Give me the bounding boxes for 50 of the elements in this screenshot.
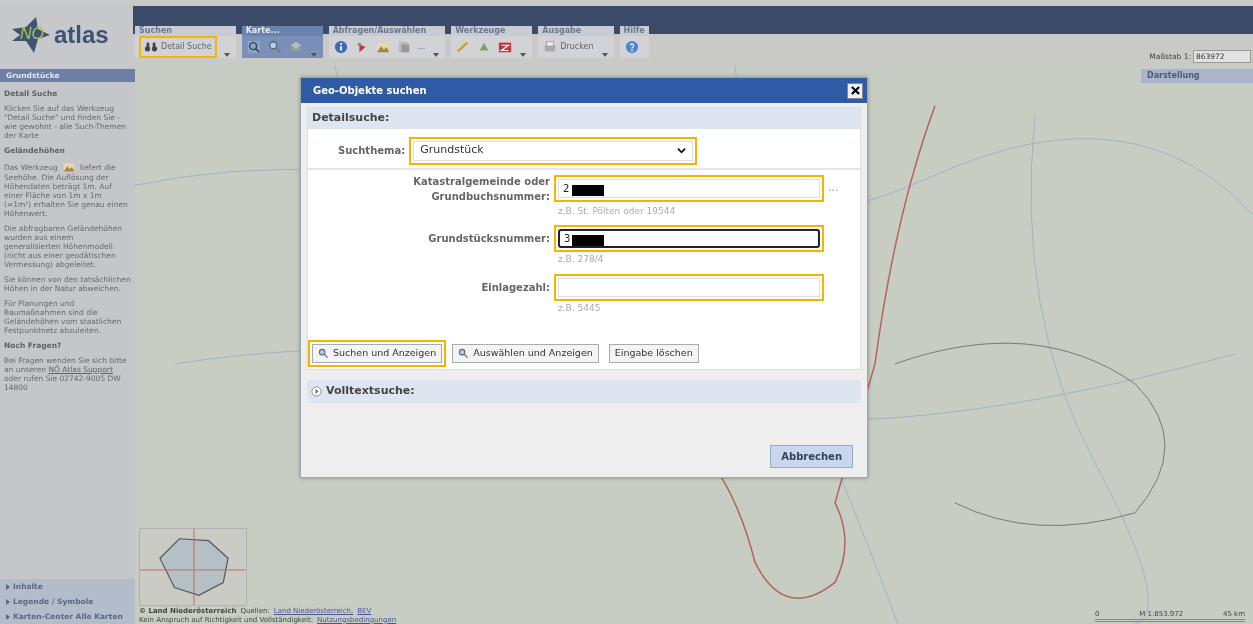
section-header[interactable]: Volltextsuche: xyxy=(326,383,415,400)
field-label: Grundstücksnummer: xyxy=(427,232,550,246)
dropdown-caret-icon[interactable] xyxy=(221,53,232,57)
dropdown-caret-icon[interactable] xyxy=(599,53,610,57)
search-button[interactable]: Suchen und Anzeigen xyxy=(312,344,443,363)
dialog-title: Geo-Objekte suchen xyxy=(313,84,427,98)
expand-arrow-icon[interactable] xyxy=(6,613,10,620)
printer-icon xyxy=(543,40,558,54)
overview-map-drawing[interactable] xyxy=(139,528,247,606)
section-header: Detailsuche: xyxy=(308,108,860,129)
terrain-icon[interactable] xyxy=(374,40,391,54)
expand-arrow-icon[interactable] xyxy=(6,598,10,605)
search-icon xyxy=(458,348,470,359)
binoculars-icon xyxy=(144,40,158,54)
expand-icon[interactable] xyxy=(311,385,322,397)
toolbar-group-label: Karte... xyxy=(241,26,323,36)
browse-text[interactable]: ... xyxy=(828,180,848,197)
close-icon[interactable] xyxy=(847,82,863,99)
more-button[interactable]: ... xyxy=(416,41,427,53)
magnifier-icon[interactable] xyxy=(245,40,262,54)
toolbar-group-label: Abfragen/Auswählen xyxy=(328,26,446,36)
help-icon[interactable] xyxy=(623,40,640,54)
field-hint: z.B. St. Pölten oder 19544 xyxy=(557,204,677,218)
logo-text: atlas xyxy=(54,21,109,49)
expand-arrow-icon[interactable] xyxy=(6,583,10,590)
topic-select[interactable]: Grundstück xyxy=(413,140,694,161)
panel-header[interactable]: Darstellung xyxy=(1141,69,1253,83)
search-icon xyxy=(318,348,329,359)
info-icon[interactable] xyxy=(332,40,349,54)
field-label: Einlagezahl: xyxy=(480,280,550,295)
toolbar-group-label: Hilfe xyxy=(619,26,649,36)
field-label: Katastralgemeinde oder Grundbuchsnummer: xyxy=(412,174,550,204)
input-field[interactable]: 2 xyxy=(558,179,820,198)
toolbar-group-label: Ausgabe xyxy=(538,26,614,36)
input-field[interactable]: 3 xyxy=(558,229,820,248)
dropdown-caret-icon[interactable] xyxy=(431,53,442,57)
toolbar-group-label: Werkzeuge xyxy=(451,26,533,36)
field-hint: z.B. 5445 xyxy=(557,301,602,315)
magnifier-icon[interactable] xyxy=(266,40,283,54)
eraser-icon[interactable] xyxy=(497,40,514,54)
logo-text: NÖ xyxy=(20,25,44,43)
chevron-down-icon xyxy=(677,146,687,155)
dropdown-caret-icon[interactable] xyxy=(518,53,529,57)
toolbar-group-label: Suchen xyxy=(135,26,236,36)
dropdown-caret-icon[interactable] xyxy=(308,53,319,57)
field-label: Suchthema: xyxy=(338,144,406,158)
cancel-button[interactable]: Abbrechen xyxy=(770,445,853,468)
clear-button[interactable]: Eingabe löschen xyxy=(608,344,699,363)
search-button[interactable]: Auswählen und Anzeigen xyxy=(452,344,599,363)
field-hint: z.B. 278/4 xyxy=(557,253,605,266)
